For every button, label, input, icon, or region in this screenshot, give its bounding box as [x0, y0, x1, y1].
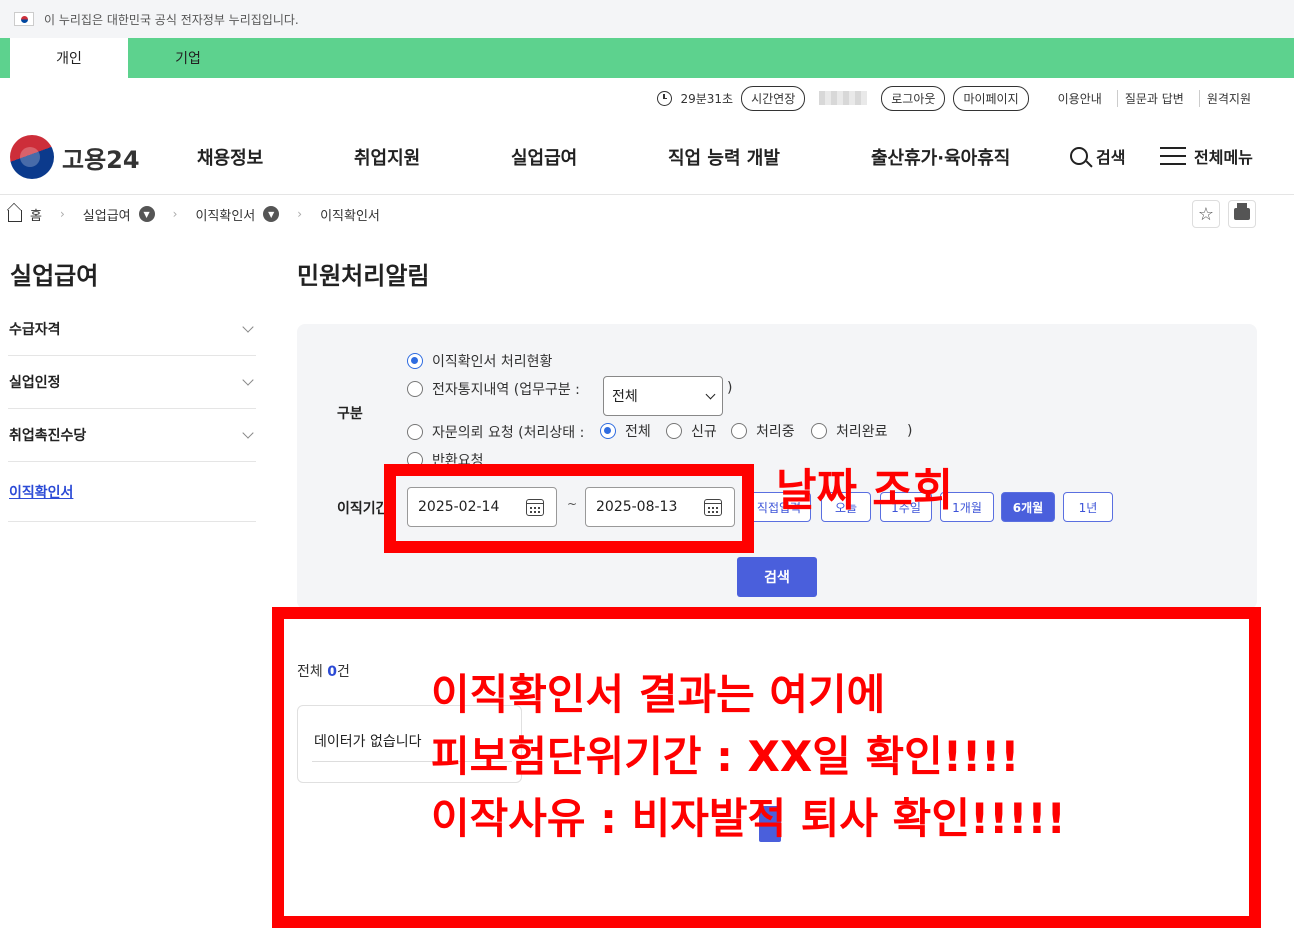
- taegeuk-emblem-icon: [10, 135, 54, 179]
- status-label: 전체: [625, 424, 651, 440]
- chevron-right-icon: ›: [172, 207, 178, 221]
- period-1year-button[interactable]: 1년: [1063, 492, 1113, 522]
- gov-banner-text: 이 누리집은 대한민국 공식 전자정부 누리집입니다.: [44, 12, 299, 27]
- favorite-star-button[interactable]: ☆: [1192, 200, 1220, 228]
- mypage-button[interactable]: 마이페이지: [953, 85, 1029, 111]
- lnb-item-label: 취업촉진수당: [9, 428, 87, 444]
- annotation-line: 피보험단위기간 : XX일 확인!!!!: [431, 732, 1020, 781]
- logo-text: 고용24: [62, 145, 140, 174]
- chevron-down-icon[interactable]: ▼: [138, 206, 155, 222]
- breadcrumb-home[interactable]: 홈: [30, 205, 42, 224]
- site-logo[interactable]: 고용24: [10, 135, 140, 179]
- annotation-date-box: [384, 464, 754, 553]
- usage-guide-link[interactable]: 이용안내: [1051, 90, 1109, 107]
- status-processing[interactable]: 처리중: [731, 421, 795, 441]
- chevron-down-icon[interactable]: ▼: [263, 206, 280, 222]
- korea-flag-icon: [14, 12, 34, 26]
- chevron-right-icon: ›: [59, 207, 65, 221]
- status-label: 신규: [691, 424, 717, 440]
- period-label: 이직기간: [337, 501, 389, 517]
- lnb-title: 실업급여: [10, 262, 99, 290]
- tab-personal[interactable]: 개인: [10, 38, 128, 78]
- header-divider: [0, 194, 1294, 195]
- lnb-item-label: 수급자격: [9, 322, 61, 338]
- work-type-select[interactable]: 전체: [603, 376, 723, 416]
- gnb-unemployment-benefit[interactable]: 실업급여: [511, 144, 577, 170]
- status-all[interactable]: 전체: [600, 421, 651, 441]
- lnb-item-eligibility[interactable]: 수급자격: [8, 303, 256, 356]
- radio-button[interactable]: [666, 423, 682, 439]
- option-label: 자문의뢰 요청 (처리상태 :: [432, 425, 585, 441]
- option-consult-request[interactable]: 자문의뢰 요청 (처리상태 :: [407, 422, 584, 442]
- logout-button[interactable]: 로그아웃: [881, 85, 946, 111]
- radio-button[interactable]: [407, 381, 423, 397]
- gnb-employment-support[interactable]: 취업지원: [354, 144, 420, 170]
- option-label: 이직확인서 처리현황: [432, 354, 553, 370]
- page-title: 민원처리알림: [297, 262, 430, 290]
- header-search-label: 검색: [1096, 148, 1126, 167]
- annotation-line: 이직확인서 결과는 여기에: [431, 670, 886, 719]
- left-navigation: 수급자격 실업인정 취업촉진수당 이직확인서: [8, 303, 256, 522]
- lnb-item-separation-cert[interactable]: 이직확인서: [8, 462, 256, 522]
- chevron-down-icon: [242, 427, 254, 439]
- gov-banner: 이 누리집은 대한민국 공식 전자정부 누리집입니다.: [0, 0, 1294, 38]
- status-new[interactable]: 신규: [666, 421, 717, 441]
- select-value: 전체: [612, 389, 638, 405]
- breadcrumb-current: 이직확인서: [320, 208, 380, 224]
- all-menu-label: 전체메뉴: [1194, 148, 1253, 167]
- star-icon: ☆: [1197, 203, 1215, 225]
- tab-business[interactable]: 기업: [129, 38, 247, 78]
- gnb-job-skills[interactable]: 직업 능력 개발: [668, 144, 780, 170]
- chevron-right-icon: ›: [297, 207, 303, 221]
- radio-button[interactable]: [407, 424, 423, 440]
- breadcrumb: 홈 › 실업급여 ▼ › 이직확인서 ▼ › 이직확인서: [8, 204, 380, 224]
- lnb-item-label: 이직확인서: [9, 484, 74, 501]
- utility-bar: 29분31초 시간연장 로그아웃 마이페이지 이용안내 질문과 답변 원격지원: [657, 85, 1258, 111]
- home-icon: [8, 209, 22, 222]
- all-menu-button[interactable]: 전체메뉴: [1160, 144, 1253, 168]
- hamburger-menu-icon: [1160, 147, 1186, 165]
- gnb-job-info[interactable]: 채용정보: [197, 144, 263, 170]
- chevron-down-icon: [705, 389, 716, 399]
- lnb-item-recognition[interactable]: 실업인정: [8, 356, 256, 409]
- annotation-date-query: 날짜 조회: [776, 465, 954, 516]
- user-name-redacted: [819, 91, 868, 105]
- breadcrumb-separation-cert[interactable]: 이직확인서: [195, 205, 255, 224]
- period-6months-button[interactable]: 6개월: [1001, 492, 1055, 522]
- search-icon: [1070, 147, 1088, 165]
- radio-button[interactable]: [731, 423, 747, 439]
- radio-button[interactable]: [600, 423, 616, 439]
- session-timer: 29분31초: [680, 91, 734, 106]
- qna-link[interactable]: 질문과 답변: [1116, 89, 1191, 107]
- remote-support-link[interactable]: 원격지원: [1198, 89, 1258, 107]
- lnb-item-label: 실업인정: [9, 375, 61, 391]
- gnb-parental-leave[interactable]: 출산휴가·육아휴직: [871, 144, 1010, 170]
- paren-close: ): [907, 423, 913, 439]
- annotation-result-notes: 이직확인서 결과는 여기에 피보험단위기간 : XX일 확인!!!! 이작사유 …: [431, 664, 1066, 850]
- category-label: 구분: [337, 406, 363, 422]
- option-electronic-notice[interactable]: 전자통지내역 (업무구분 :: [407, 379, 580, 399]
- status-label: 처리중: [756, 424, 795, 440]
- clock-icon: [657, 90, 673, 106]
- radio-button[interactable]: [407, 353, 423, 369]
- printer-icon: [1234, 203, 1250, 220]
- chevron-down-icon: [242, 321, 254, 333]
- status-label: 처리완료: [836, 424, 888, 440]
- header-search-button[interactable]: 검색: [1070, 144, 1125, 168]
- annotation-line: 이작사유 : 비자발적 퇴사 확인!!!!!: [431, 794, 1066, 843]
- status-completed[interactable]: 처리완료: [811, 421, 888, 441]
- paren-close: ): [727, 380, 733, 396]
- print-button[interactable]: [1228, 200, 1256, 228]
- user-type-tabbar: 개인 기업: [0, 38, 1294, 78]
- search-button[interactable]: 검색: [737, 557, 817, 597]
- option-confirmation-status[interactable]: 이직확인서 처리현황: [407, 351, 552, 371]
- extend-session-button[interactable]: 시간연장: [741, 85, 806, 111]
- chevron-down-icon: [242, 374, 254, 386]
- option-label: 전자통지내역 (업무구분 :: [432, 382, 580, 398]
- breadcrumb-unemployment[interactable]: 실업급여: [83, 205, 131, 224]
- radio-button[interactable]: [811, 423, 827, 439]
- lnb-item-reemployment-allowance[interactable]: 취업촉진수당: [8, 409, 256, 462]
